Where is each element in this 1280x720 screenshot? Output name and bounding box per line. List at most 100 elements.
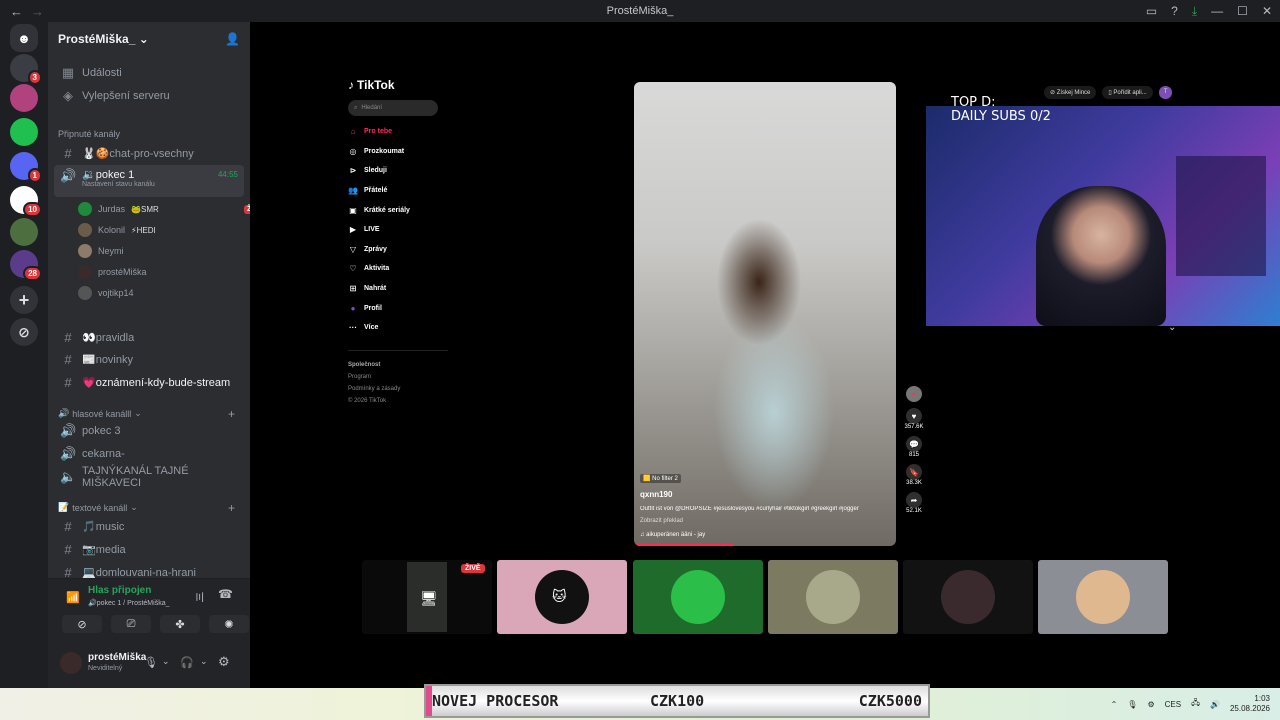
tiktok-menu-item[interactable]: ● Profil bbox=[348, 298, 448, 318]
server-icon[interactable]: 28 bbox=[10, 250, 42, 281]
help-icon[interactable]: ? bbox=[1171, 4, 1178, 18]
back-arrow-icon[interactable]: ← bbox=[10, 4, 23, 19]
server-icon[interactable] bbox=[10, 84, 38, 112]
channel-media[interactable]: # 📷media bbox=[54, 539, 244, 559]
disconnect-icon[interactable]: ☎ bbox=[218, 587, 233, 601]
tiktok-menu-item[interactable]: ♡ Aktivita bbox=[348, 259, 448, 279]
channel-music[interactable]: # 🎵music bbox=[54, 516, 244, 536]
creator-avatar[interactable]: + bbox=[906, 386, 922, 402]
microphone-icon[interactable]: 🎙 bbox=[144, 656, 158, 669]
add-server-button[interactable]: + bbox=[10, 286, 38, 314]
minimize-button[interactable]: — bbox=[1211, 4, 1223, 18]
tiktok-menu-item[interactable]: ▶ LIVE bbox=[348, 220, 448, 240]
avatar[interactable] bbox=[60, 652, 82, 674]
stream-thumbnail[interactable] bbox=[768, 560, 898, 634]
tiktok-menu-item[interactable]: ◎ Prozkoumat bbox=[348, 142, 448, 162]
inbox-icon[interactable]: ▭ bbox=[1146, 4, 1157, 18]
noise-suppression-icon[interactable]: 〣 bbox=[194, 589, 205, 605]
stream-thumbnail[interactable] bbox=[633, 560, 763, 634]
settings-icon[interactable]: ⚙ bbox=[1147, 700, 1154, 709]
channel-novinky[interactable]: # 📰novinky bbox=[54, 349, 244, 369]
add-channel-icon[interactable]: + bbox=[228, 407, 235, 421]
footer-link[interactable]: © 2026 TikTok bbox=[348, 395, 448, 407]
tiktok-logo[interactable]: ♪ TikTok bbox=[348, 78, 448, 92]
save-button[interactable]: 🔖 bbox=[906, 464, 922, 480]
clock-time[interactable]: 1:03 bbox=[1230, 694, 1270, 704]
like-button[interactable]: ♥ bbox=[906, 408, 922, 424]
video-progress-bar[interactable] bbox=[634, 544, 734, 546]
tiktok-menu-item[interactable]: ⌂ Pro tebe bbox=[348, 122, 448, 142]
translate-link[interactable]: Zobrazit překlad bbox=[640, 518, 683, 524]
soundboard-button[interactable]: ✺ bbox=[209, 615, 249, 633]
voice-user[interactable]: Jurdas🐸SMRŽIVĚ bbox=[78, 200, 266, 218]
category-text[interactable]: 📝 textové kanáll ⌄ + bbox=[58, 501, 248, 515]
maximize-button[interactable]: ☐ bbox=[1237, 4, 1248, 18]
server-icon[interactable]: 1 bbox=[10, 152, 42, 183]
tiktok-search-input[interactable]: ⌕ Hledání bbox=[348, 100, 438, 116]
voice-status[interactable]: Hlas připojen bbox=[88, 585, 151, 596]
stream-thumbnail[interactable] bbox=[1038, 560, 1168, 634]
discord-home-button[interactable]: ☻ bbox=[10, 24, 38, 52]
channel-oznameni[interactable]: # 💗oznámení-kdy-bude-stream bbox=[54, 372, 244, 392]
channel-status[interactable]: Nastavení stavu kanálu bbox=[82, 181, 155, 188]
settings-gear-icon[interactable]: ⚙ bbox=[218, 654, 230, 670]
screen-share-button[interactable]: ⎚ bbox=[111, 615, 151, 633]
language-indicator[interactable]: CES bbox=[1165, 700, 1181, 709]
voice-user[interactable]: vojtikp14 bbox=[78, 284, 134, 302]
get-app-button[interactable]: ▯ Pořídit apli... bbox=[1102, 86, 1153, 99]
headphones-icon[interactable]: 🎧 bbox=[180, 656, 194, 669]
forward-arrow-icon[interactable]: → bbox=[31, 4, 44, 19]
tiktok-menu-item[interactable]: ⊞ Nahrát bbox=[348, 279, 448, 299]
share-button[interactable]: ➦ bbox=[906, 492, 922, 508]
sound-name[interactable]: aikuperänen ääni - jay bbox=[646, 532, 705, 538]
stream-thumbnail[interactable]: 🐱 bbox=[497, 560, 627, 634]
download-icon[interactable]: ⤓ bbox=[1192, 4, 1197, 19]
stream-thumbnail[interactable] bbox=[903, 560, 1033, 634]
add-user-icon[interactable]: 👤 bbox=[225, 32, 240, 46]
voice-channel-pokec-3[interactable]: 🔊 pokec 3 bbox=[54, 421, 244, 441]
chevron-down-icon[interactable]: ⌄ bbox=[1168, 322, 1176, 333]
footer-link[interactable]: Program bbox=[348, 371, 448, 383]
category-voice[interactable]: 🔊 hlasové kanálll ⌄ + bbox=[58, 407, 248, 421]
voice-channel-pokec-1[interactable]: 🔊 🔉pokec 1 Nastavení stavu kanálu 44:55 bbox=[54, 165, 244, 197]
tiktok-menu-item[interactable]: ··· Více bbox=[348, 318, 448, 338]
server-icon[interactable]: 10 bbox=[10, 186, 42, 217]
clock-date[interactable]: 25.08.2026 bbox=[1230, 704, 1270, 714]
stream-view[interactable]: ♪ TikTok ⌕ Hledání ⌂ Pro tebe ◎ Prozkoumat ⊳ Sl… bbox=[250, 22, 1280, 688]
voice-user[interactable]: Kolonil ⚡HEDI bbox=[78, 221, 156, 239]
voice-channel-tajny[interactable]: 🔈 TAJNÝKANÁL TAJNÉ MIŠKAVECI bbox=[54, 465, 244, 489]
footer-link[interactable]: Společnost bbox=[348, 359, 448, 371]
server-icon[interactable] bbox=[10, 218, 38, 246]
activities-button[interactable]: ✤ bbox=[160, 615, 200, 633]
voice-channel-cekarna[interactable]: 🔊 cekarna- bbox=[54, 444, 244, 464]
tiktok-video[interactable]: 🟨 No filter 2 qxnn190 Outfit ist von @DR… bbox=[634, 82, 896, 546]
channel-chat-pro-vsechny[interactable]: # 🐰🍪chat-pro-vsechny bbox=[54, 143, 244, 163]
chevron-down-icon[interactable]: ⌄ bbox=[200, 656, 208, 667]
volume-icon[interactable]: 🔊 bbox=[1210, 700, 1220, 709]
stream-thumbnail[interactable]: 🖥 ŽIVĚ bbox=[362, 560, 492, 634]
server-icon[interactable] bbox=[10, 118, 38, 146]
events-link[interactable]: ▦ Události bbox=[54, 63, 244, 83]
comment-button[interactable]: 💬 bbox=[906, 436, 922, 452]
voice-user[interactable]: Neymi bbox=[78, 242, 124, 260]
server-header[interactable]: ProstéMiška_ ⌄ 👤 bbox=[48, 22, 250, 56]
video-username[interactable]: qxnn190 bbox=[640, 490, 672, 499]
tiktok-menu-item[interactable]: 👥 Přátelé bbox=[348, 181, 448, 201]
add-channel-icon[interactable]: + bbox=[228, 501, 235, 515]
tiktok-menu-item[interactable]: ▽ Zprávy bbox=[348, 240, 448, 260]
tiktok-menu-item[interactable]: ⊳ Sleduji bbox=[348, 161, 448, 181]
channel-pravidla[interactable]: # 👀pravidla bbox=[54, 327, 244, 347]
get-coins-button[interactable]: ⊘ Získej Mince bbox=[1044, 86, 1097, 99]
network-icon[interactable]: 🖧 bbox=[1191, 697, 1200, 711]
chevron-down-icon[interactable]: ⌄ bbox=[162, 656, 170, 667]
profile-avatar[interactable]: T bbox=[1158, 86, 1173, 99]
boost-link[interactable]: ◈ Vylepšení serveru bbox=[54, 86, 244, 106]
voice-user[interactable]: prostéMiška bbox=[78, 263, 147, 281]
camera-off-button[interactable]: ⊘ bbox=[62, 615, 102, 633]
tiktok-menu-item[interactable]: ▣ Krátké seriály bbox=[348, 200, 448, 220]
category-pinned[interactable]: Připnuté kanály bbox=[58, 129, 120, 139]
discover-button[interactable]: ⊘ bbox=[10, 318, 38, 346]
server-icon[interactable]: 3 bbox=[10, 54, 42, 85]
microphone-icon[interactable]: 🎙 bbox=[1127, 700, 1137, 709]
close-button[interactable]: ✕ bbox=[1262, 4, 1272, 18]
